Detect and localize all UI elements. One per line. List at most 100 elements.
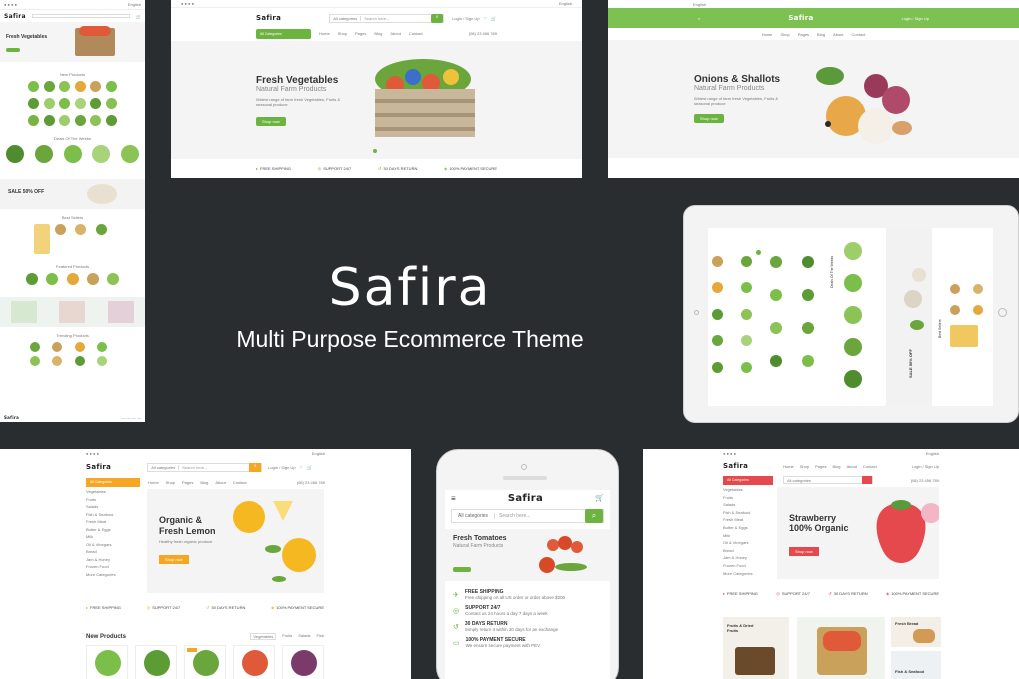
product-thumb[interactable] <box>30 342 40 352</box>
product-thumb[interactable] <box>59 81 70 92</box>
product-card[interactable] <box>86 645 128 679</box>
logo[interactable]: Safira <box>723 462 748 470</box>
category-item[interactable]: Fish & Seafood <box>86 512 140 517</box>
topbar-language[interactable]: English <box>128 2 141 7</box>
product-thumb[interactable] <box>741 256 752 267</box>
product-thumb[interactable] <box>105 81 117 92</box>
product-thumb[interactable] <box>950 325 978 348</box>
product-thumb[interactable] <box>86 273 99 285</box>
language-select[interactable]: English <box>559 1 572 6</box>
product-thumb[interactable] <box>844 242 862 260</box>
product-thumb[interactable] <box>90 98 101 109</box>
login-link[interactable]: Login / Sign Up <box>268 465 295 470</box>
product-thumb[interactable] <box>74 356 85 366</box>
search-icon[interactable] <box>862 476 872 484</box>
wishlist-icon[interactable]: ♡ <box>484 16 488 21</box>
language-select[interactable]: English <box>693 2 706 7</box>
all-categories-button[interactable]: All Categories <box>256 28 311 39</box>
product-thumb[interactable] <box>973 304 983 315</box>
logo[interactable]: Safira <box>4 13 26 20</box>
product-thumb[interactable] <box>121 145 139 163</box>
product-thumb[interactable] <box>59 115 70 126</box>
product-thumb[interactable] <box>30 356 40 366</box>
product-thumb[interactable] <box>90 81 101 92</box>
product-thumb[interactable] <box>63 145 82 163</box>
product-thumb[interactable] <box>43 81 55 92</box>
categories-select[interactable]: All categories <box>452 513 496 519</box>
category-item[interactable]: Salads <box>723 502 769 507</box>
category-item[interactable]: Butter & Eggs <box>723 525 769 530</box>
menu-icon[interactable]: ≡ <box>451 494 456 503</box>
categories-select[interactable]: All categories <box>330 15 362 21</box>
nav-home[interactable]: Home <box>783 464 794 469</box>
product-thumb[interactable] <box>770 256 782 268</box>
nav-about[interactable]: About <box>215 480 225 485</box>
banner-image[interactable] <box>107 301 134 323</box>
nav-shop[interactable]: Shop <box>166 480 175 485</box>
category-item[interactable]: Oil & Vinegars <box>723 540 769 545</box>
category-item[interactable]: More Categories <box>86 572 140 577</box>
product-thumb[interactable] <box>712 256 723 267</box>
banner-vegetables[interactable] <box>797 617 885 679</box>
nav-contact[interactable]: Contact <box>852 32 866 37</box>
category-item[interactable]: Jam & Honey <box>86 557 140 562</box>
shop-now-button[interactable]: Shop now <box>256 117 286 126</box>
product-thumb[interactable] <box>74 81 86 92</box>
nav-contact[interactable]: Contact <box>233 480 247 485</box>
category-item[interactable]: Frozen Food <box>86 564 140 569</box>
slider-dot-active[interactable] <box>373 149 377 153</box>
categories-select[interactable]: All categories <box>148 464 180 470</box>
wishlist-icon[interactable]: ♡ <box>300 465 304 470</box>
product-thumb[interactable] <box>802 355 814 367</box>
product-thumb[interactable] <box>43 115 55 126</box>
search-icon[interactable]: ⌕ <box>585 509 603 523</box>
product-thumb[interactable] <box>34 145 53 163</box>
category-item[interactable]: Milk <box>723 533 769 538</box>
nav-home[interactable]: Home <box>148 480 159 485</box>
shop-now-button[interactable] <box>453 567 471 572</box>
tab-fish[interactable]: Fish <box>316 633 324 640</box>
product-thumb[interactable] <box>55 224 66 235</box>
category-item[interactable]: Salads <box>86 504 140 509</box>
cart-icon[interactable]: 🛒 <box>307 465 312 470</box>
nav-blog[interactable]: Blog <box>832 464 840 469</box>
logo[interactable]: Safira <box>508 493 543 504</box>
product-thumb[interactable] <box>712 282 723 294</box>
nav-home[interactable]: Home <box>762 32 773 37</box>
search-bar[interactable] <box>31 14 131 18</box>
product-thumb[interactable] <box>712 308 723 320</box>
product-thumb[interactable] <box>802 322 814 334</box>
category-item[interactable]: Milk <box>86 534 140 539</box>
nav-contact[interactable]: Contact <box>409 31 423 36</box>
product-card[interactable] <box>233 645 275 679</box>
nav-pages[interactable]: Pages <box>182 480 193 485</box>
shop-now-button[interactable]: Shop now <box>694 114 724 123</box>
banner-fish[interactable]: Fish & Seafood <box>891 651 941 679</box>
shop-now-button[interactable] <box>6 48 20 52</box>
product-thumb[interactable] <box>741 361 752 373</box>
cart-icon[interactable]: 🛒 <box>491 16 496 21</box>
product-thumb[interactable] <box>74 115 86 126</box>
banner-bread[interactable]: Fresh Bread <box>891 617 941 647</box>
nav-about[interactable]: About <box>846 464 856 469</box>
tab-vegetables[interactable]: Vegetables <box>250 633 277 640</box>
category-item[interactable]: Vegetables <box>723 487 769 492</box>
nav-about[interactable]: About <box>390 31 400 36</box>
product-thumb[interactable] <box>741 335 752 347</box>
sale-banner-vertical[interactable]: SALE 50% OFF <box>886 228 932 406</box>
logo[interactable]: Safira <box>86 463 111 471</box>
product-thumb[interactable] <box>66 273 79 285</box>
logo[interactable]: Safira <box>256 14 281 22</box>
nav-shop[interactable]: Shop <box>780 32 789 37</box>
product-thumb[interactable] <box>96 356 107 366</box>
product-card[interactable] <box>135 645 177 679</box>
banner-fruits[interactable]: Fruits & Dried Fruits <box>723 617 789 679</box>
banner-image[interactable] <box>11 301 38 323</box>
nav-contact[interactable]: Contact <box>863 464 877 469</box>
nav-shop[interactable]: Shop <box>800 464 809 469</box>
login-link[interactable]: Login / Sign Up <box>452 16 479 21</box>
logo[interactable]: Safira <box>788 14 813 22</box>
product-thumb[interactable] <box>741 308 752 320</box>
category-item[interactable]: Fruits <box>86 497 140 502</box>
product-thumb[interactable] <box>26 273 38 285</box>
